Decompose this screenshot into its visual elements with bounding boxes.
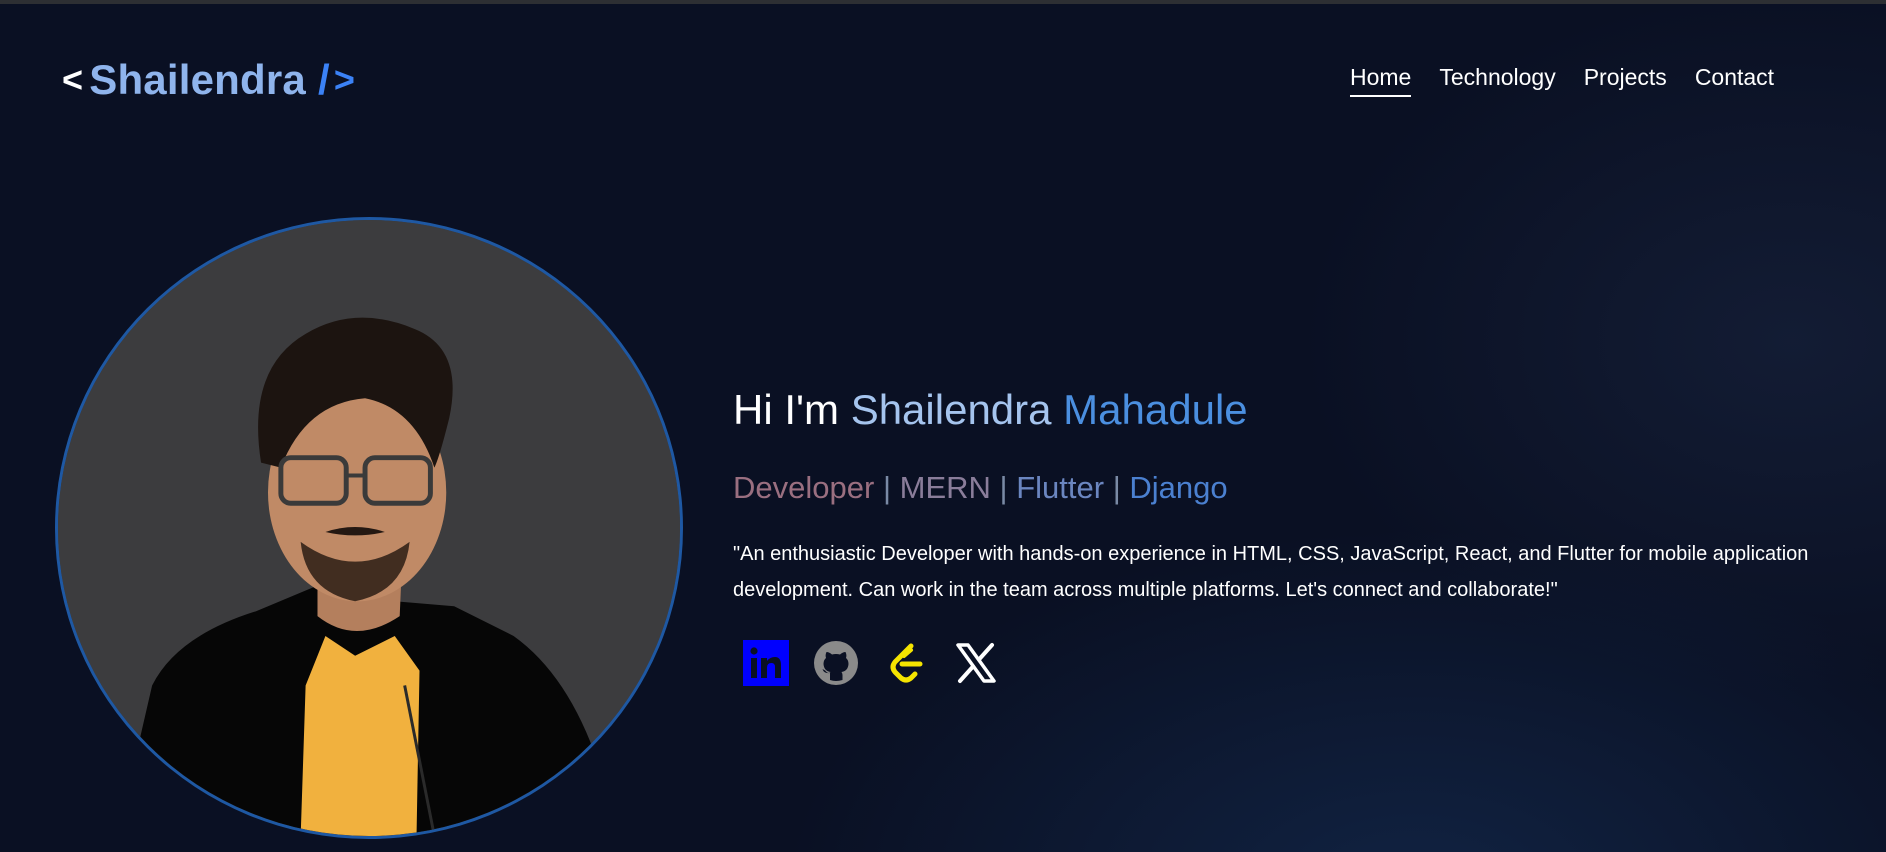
- x-icon: [956, 643, 996, 683]
- linkedin-icon: [743, 640, 789, 686]
- logo-open-bracket: <: [62, 59, 84, 100]
- nav-home[interactable]: Home: [1350, 64, 1412, 97]
- role-separator: |: [882, 470, 891, 505]
- site-logo[interactable]: < Shailendra / >: [62, 56, 355, 104]
- hero-roles: Developer | MERN | Flutter | Django: [733, 468, 1823, 508]
- role-separator: |: [1112, 470, 1121, 505]
- role-mern: MERN: [899, 470, 991, 505]
- greeting-prefix: Hi I'm: [733, 386, 840, 433]
- role-developer: Developer: [733, 470, 875, 505]
- linkedin-link[interactable]: [743, 640, 789, 686]
- hero-first-name: Shailendra: [850, 386, 1052, 433]
- logo-name: Shailendra: [89, 56, 306, 103]
- role-separator: |: [999, 470, 1008, 505]
- github-icon: [814, 641, 858, 685]
- nav-technology[interactable]: Technology: [1439, 64, 1555, 97]
- hero-last-name: Mahadule: [1063, 386, 1248, 433]
- x-link[interactable]: [953, 640, 999, 686]
- role-flutter: Flutter: [1016, 470, 1105, 505]
- hero-bio: "An enthusiastic Developer with hands-on…: [733, 543, 1809, 601]
- role-django: Django: [1129, 470, 1228, 505]
- nav-contact[interactable]: Contact: [1695, 64, 1774, 97]
- hero-section: Hi I'm Shailendra Mahadule Developer | M…: [733, 380, 1823, 686]
- hero-greeting: Hi I'm Shailendra Mahadule: [733, 380, 1823, 440]
- profile-photo: [58, 220, 680, 836]
- social-links: [743, 640, 1823, 686]
- logo-slash: /: [317, 56, 330, 103]
- nav-projects[interactable]: Projects: [1584, 64, 1667, 97]
- window-top-strip: [0, 0, 1886, 4]
- leetcode-icon: [890, 643, 923, 683]
- logo-close-bracket: >: [333, 59, 356, 100]
- leetcode-link[interactable]: [883, 640, 929, 686]
- profile-avatar: [55, 217, 683, 839]
- main-nav: Home Technology Projects Contact: [1350, 64, 1774, 97]
- github-link[interactable]: [813, 640, 859, 686]
